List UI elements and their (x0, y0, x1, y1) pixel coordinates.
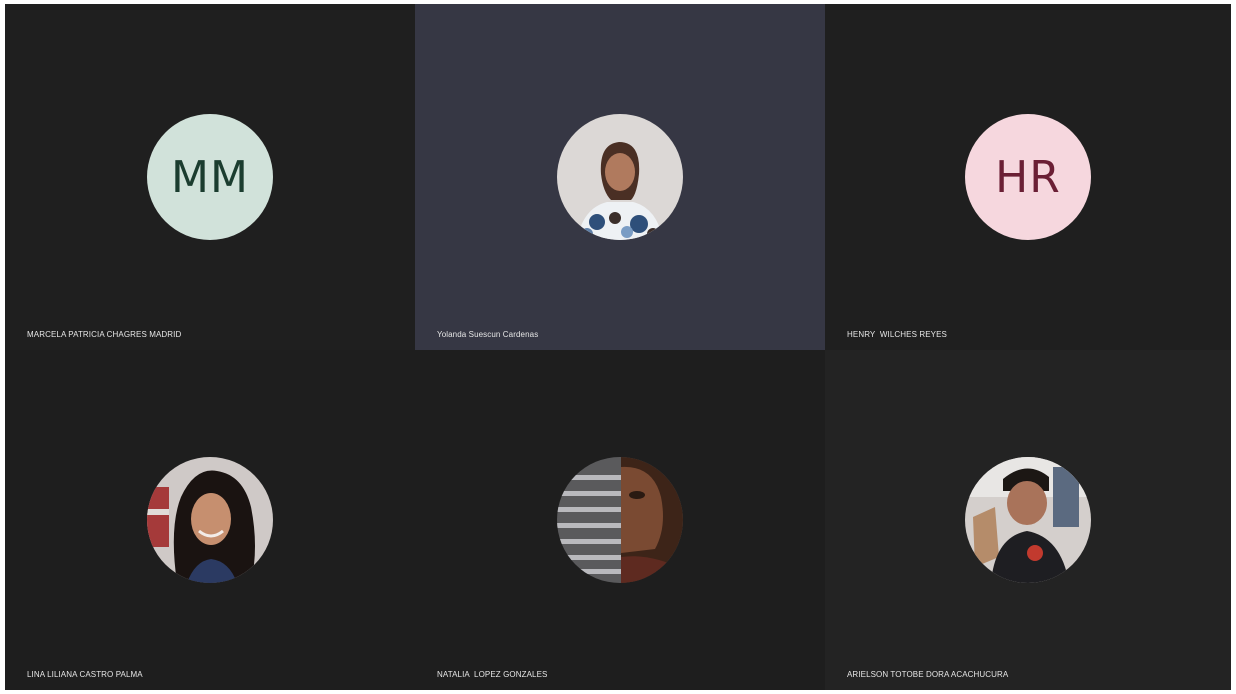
person-photo-icon (557, 457, 683, 583)
participant-avatar-photo (965, 457, 1091, 583)
participant-name: HENRY WILCHES REYES (847, 330, 947, 339)
participant-tile-natalia[interactable]: NATALIA LOPEZ GONZALES (415, 350, 825, 690)
participant-name: NATALIA LOPEZ GONZALES (437, 670, 548, 679)
video-grid: MM MARCELA PATRICIA CHAGRES MADRID Yolan… (5, 4, 1231, 690)
participant-avatar-photo (557, 114, 683, 240)
person-photo-icon (965, 457, 1091, 583)
participant-avatar-photo (147, 457, 273, 583)
participant-avatar-photo (557, 457, 683, 583)
avatar-initials: HR (995, 151, 1061, 203)
participant-avatar: HR (965, 114, 1091, 240)
participant-name: ARIELSON TOTOBE DORA ACACHUCURA (847, 670, 1009, 679)
participant-tile-yolanda[interactable]: Yolanda Suescun Cardenas (415, 4, 825, 350)
avatar-initials: MM (171, 151, 249, 203)
participant-name: Yolanda Suescun Cardenas (437, 330, 539, 339)
participant-tile-marcela[interactable]: MM MARCELA PATRICIA CHAGRES MADRID (5, 4, 415, 350)
participant-tile-arielson[interactable]: ARIELSON TOTOBE DORA ACACHUCURA (825, 350, 1231, 690)
person-photo-icon (147, 457, 273, 583)
participant-tile-lina[interactable]: LINA LILIANA CASTRO PALMA (5, 350, 415, 690)
participant-name: LINA LILIANA CASTRO PALMA (27, 670, 143, 679)
participant-avatar: MM (147, 114, 273, 240)
participant-name: MARCELA PATRICIA CHAGRES MADRID (27, 330, 182, 339)
participant-tile-henry[interactable]: HR HENRY WILCHES REYES (825, 4, 1231, 350)
person-photo-icon (557, 114, 683, 240)
